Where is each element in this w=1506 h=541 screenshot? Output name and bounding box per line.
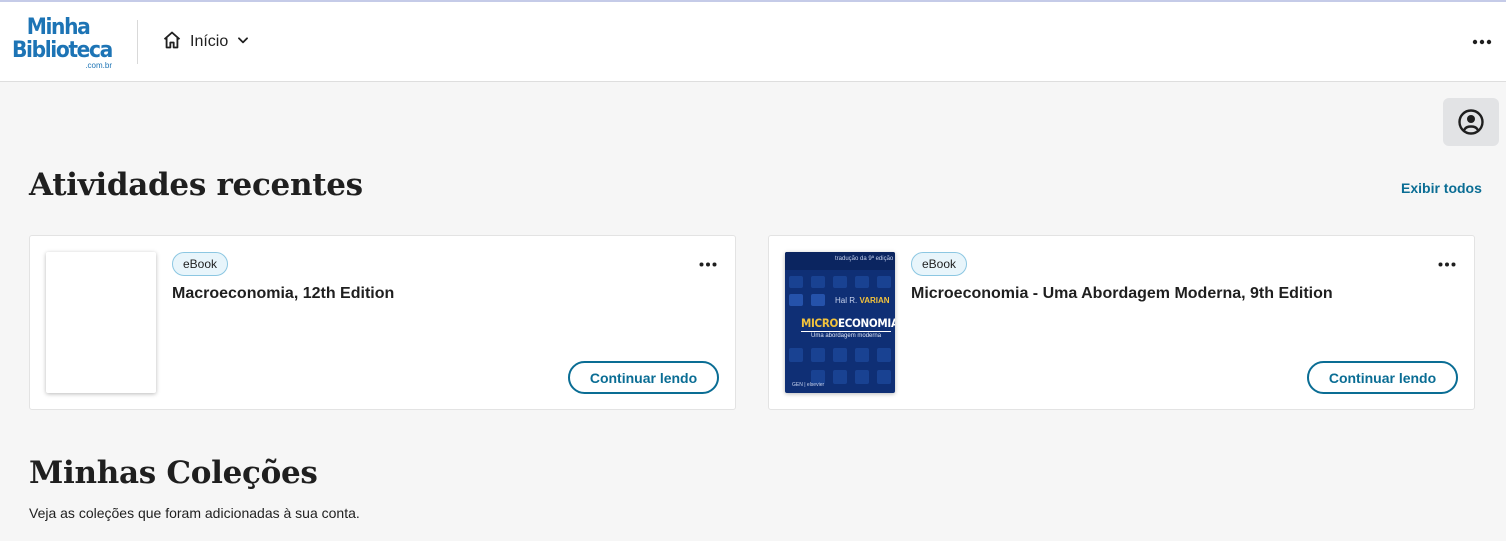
book-cover-macroeconomia[interactable] xyxy=(46,252,156,393)
cover-publisher: GEN | elsevier xyxy=(792,382,825,388)
logo-domain: .com.br xyxy=(85,61,112,70)
book-title[interactable]: Macroeconomia, 12th Edition xyxy=(172,285,394,303)
home-icon xyxy=(162,30,182,55)
continue-reading-button[interactable]: Continuar lendo xyxy=(1307,361,1458,394)
cover-author: Hal R. VARIAN xyxy=(835,296,890,305)
logo-line-1: Minha xyxy=(26,15,91,40)
logo-line-2: Biblioteca xyxy=(12,38,113,63)
home-nav-dropdown[interactable]: Início xyxy=(162,30,250,54)
continue-reading-button[interactable]: Continuar lendo xyxy=(568,361,719,394)
more-horizontal-icon xyxy=(699,262,717,266)
see-all-link[interactable]: Exibir todos xyxy=(1401,180,1482,196)
book-title[interactable]: Microeconomia - Uma Abordagem Moderna, 9… xyxy=(911,285,1333,303)
chevron-down-icon xyxy=(236,33,250,52)
ebook-badge: eBook xyxy=(172,252,229,276)
minha-biblioteca-logo[interactable]: Minha Biblioteca .com.br xyxy=(12,16,116,72)
cover-title-underline xyxy=(801,331,891,332)
user-circle-icon xyxy=(1458,109,1484,135)
card-more-button[interactable] xyxy=(695,254,721,274)
header-more-button[interactable] xyxy=(1468,32,1496,52)
collections-description: Veja as coleções que foram adicionadas à… xyxy=(29,505,360,521)
cover-title-highlight: MICRO xyxy=(801,316,838,330)
more-horizontal-icon xyxy=(1438,262,1456,266)
top-header: Minha Biblioteca .com.br Início xyxy=(0,2,1506,82)
profile-button[interactable] xyxy=(1443,98,1499,146)
cover-author-name: VARIAN xyxy=(859,296,890,305)
cover-edition-note: tradução da 9ª edição xyxy=(835,256,894,262)
recent-book-card: tradução da 9ª edição Hal R. VARIAN MICR… xyxy=(768,235,1475,410)
recent-activities-heading: Atividades recentes xyxy=(29,167,363,203)
collections-heading: Minhas Coleções xyxy=(29,455,318,491)
cover-author-initials: Hal R. xyxy=(835,296,858,305)
home-nav-label: Início xyxy=(190,33,229,50)
cover-title: MICROECONOMIA xyxy=(801,316,895,330)
more-horizontal-icon xyxy=(1472,39,1492,45)
cover-subtitle: Uma abordagem moderna xyxy=(811,333,882,339)
ebook-badge: eBook xyxy=(911,252,968,276)
recent-book-card: eBook Macroeconomia, 12th Edition Contin… xyxy=(29,235,736,410)
book-cover-microeconomia[interactable]: tradução da 9ª edição Hal R. VARIAN MICR… xyxy=(785,252,895,393)
header-divider xyxy=(137,20,138,64)
card-more-button[interactable] xyxy=(1434,254,1460,274)
cover-title-rest: ECONOMIA xyxy=(838,316,895,330)
